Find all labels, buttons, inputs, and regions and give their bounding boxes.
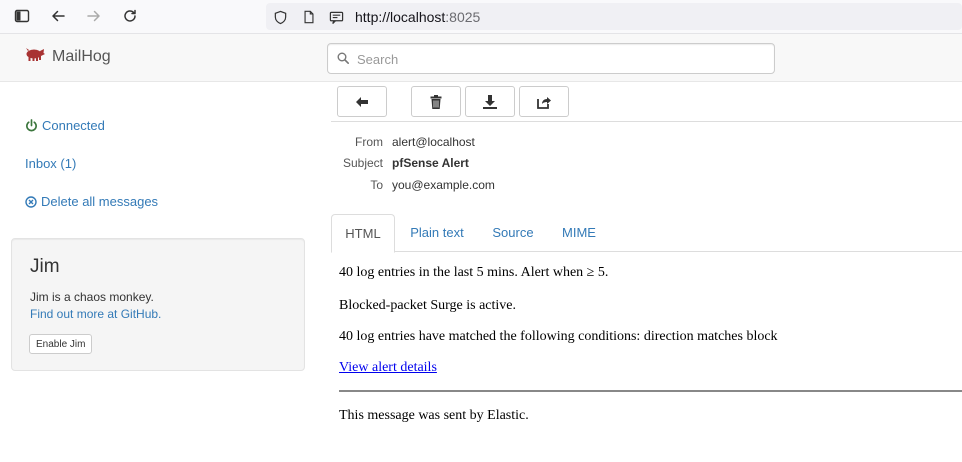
body-line-2: Blocked-packet Surge is active.	[339, 298, 517, 313]
to-label: To	[370, 178, 383, 192]
to-value: you@example.com	[392, 178, 495, 192]
sidebar-item-inbox[interactable]: Inbox (1)	[25, 156, 76, 171]
toolbar-divider	[331, 121, 962, 122]
jim-panel: Jim Jim is a chaos monkey. Find out more…	[11, 238, 305, 371]
delete-all-messages-link[interactable]: Delete all messages	[25, 194, 158, 209]
back-button[interactable]	[337, 86, 387, 117]
shield-icon[interactable]	[271, 8, 289, 26]
arrow-left-icon	[356, 96, 368, 107]
search-icon	[337, 52, 349, 64]
url-port: :8025	[445, 9, 481, 25]
body-line-1: 40 log entries in the last 5 mins. Alert…	[339, 265, 609, 280]
reader-view-icon[interactable]	[327, 8, 345, 26]
from-label: From	[355, 135, 383, 149]
enable-jim-button[interactable]: Enable Jim	[29, 334, 93, 354]
brand-link[interactable]: MailHog	[24, 46, 111, 67]
jim-github-link[interactable]: Find out more at GitHub.	[30, 307, 161, 321]
sidebar-toggle-icon[interactable]	[10, 4, 34, 28]
from-value: alert@localhost	[392, 135, 475, 149]
release-button[interactable]	[519, 86, 569, 117]
inbox-label: Inbox (1)	[25, 156, 77, 171]
power-icon	[26, 119, 37, 132]
address-bar[interactable]: http://localhost:8025	[266, 3, 962, 30]
body-footer: This message was sent by Elastic.	[339, 408, 529, 423]
body-divider	[339, 390, 962, 392]
browser-toolbar: http://localhost:8025	[0, 0, 962, 34]
remove-circle-icon	[25, 195, 37, 208]
download-icon	[483, 94, 497, 109]
jim-description: Jim is a chaos monkey.	[30, 290, 154, 304]
page-icon[interactable]	[300, 8, 318, 26]
subject-value: pfSense Alert	[392, 156, 469, 170]
tab-source[interactable]: Source	[482, 214, 544, 251]
url-host: http://localhost	[355, 9, 446, 25]
url-text[interactable]: http://localhost:8025	[355, 9, 480, 25]
share-icon	[537, 96, 551, 109]
tab-plain-text[interactable]: Plain text	[398, 214, 476, 251]
tabs-baseline	[331, 251, 962, 252]
body-line-3: 40 log entries have matched the followin…	[339, 329, 778, 344]
view-alert-link-wrapper: View alert details	[339, 360, 437, 376]
trash-icon	[430, 94, 442, 109]
forward-arrow-icon[interactable]	[82, 4, 106, 28]
connected-label: Connected	[42, 118, 105, 133]
brand-name: MailHog	[52, 47, 111, 65]
tab-mime[interactable]: MIME	[550, 214, 608, 251]
delete-all-label: Delete all messages	[41, 194, 159, 209]
search-box[interactable]	[327, 43, 775, 74]
pig-logo-icon	[24, 46, 46, 67]
tab-html[interactable]: HTML	[331, 214, 395, 253]
app-navbar: MailHog	[0, 34, 962, 82]
jim-title: Jim	[30, 256, 60, 277]
search-input[interactable]	[355, 47, 759, 71]
connected-status[interactable]: Connected	[25, 118, 105, 133]
delete-button[interactable]	[411, 86, 461, 117]
view-alert-details-link[interactable]: View alert details	[339, 360, 437, 375]
download-button[interactable]	[465, 86, 515, 117]
back-arrow-icon[interactable]	[46, 4, 70, 28]
reload-icon[interactable]	[118, 4, 142, 28]
subject-label: Subject	[342, 156, 383, 170]
